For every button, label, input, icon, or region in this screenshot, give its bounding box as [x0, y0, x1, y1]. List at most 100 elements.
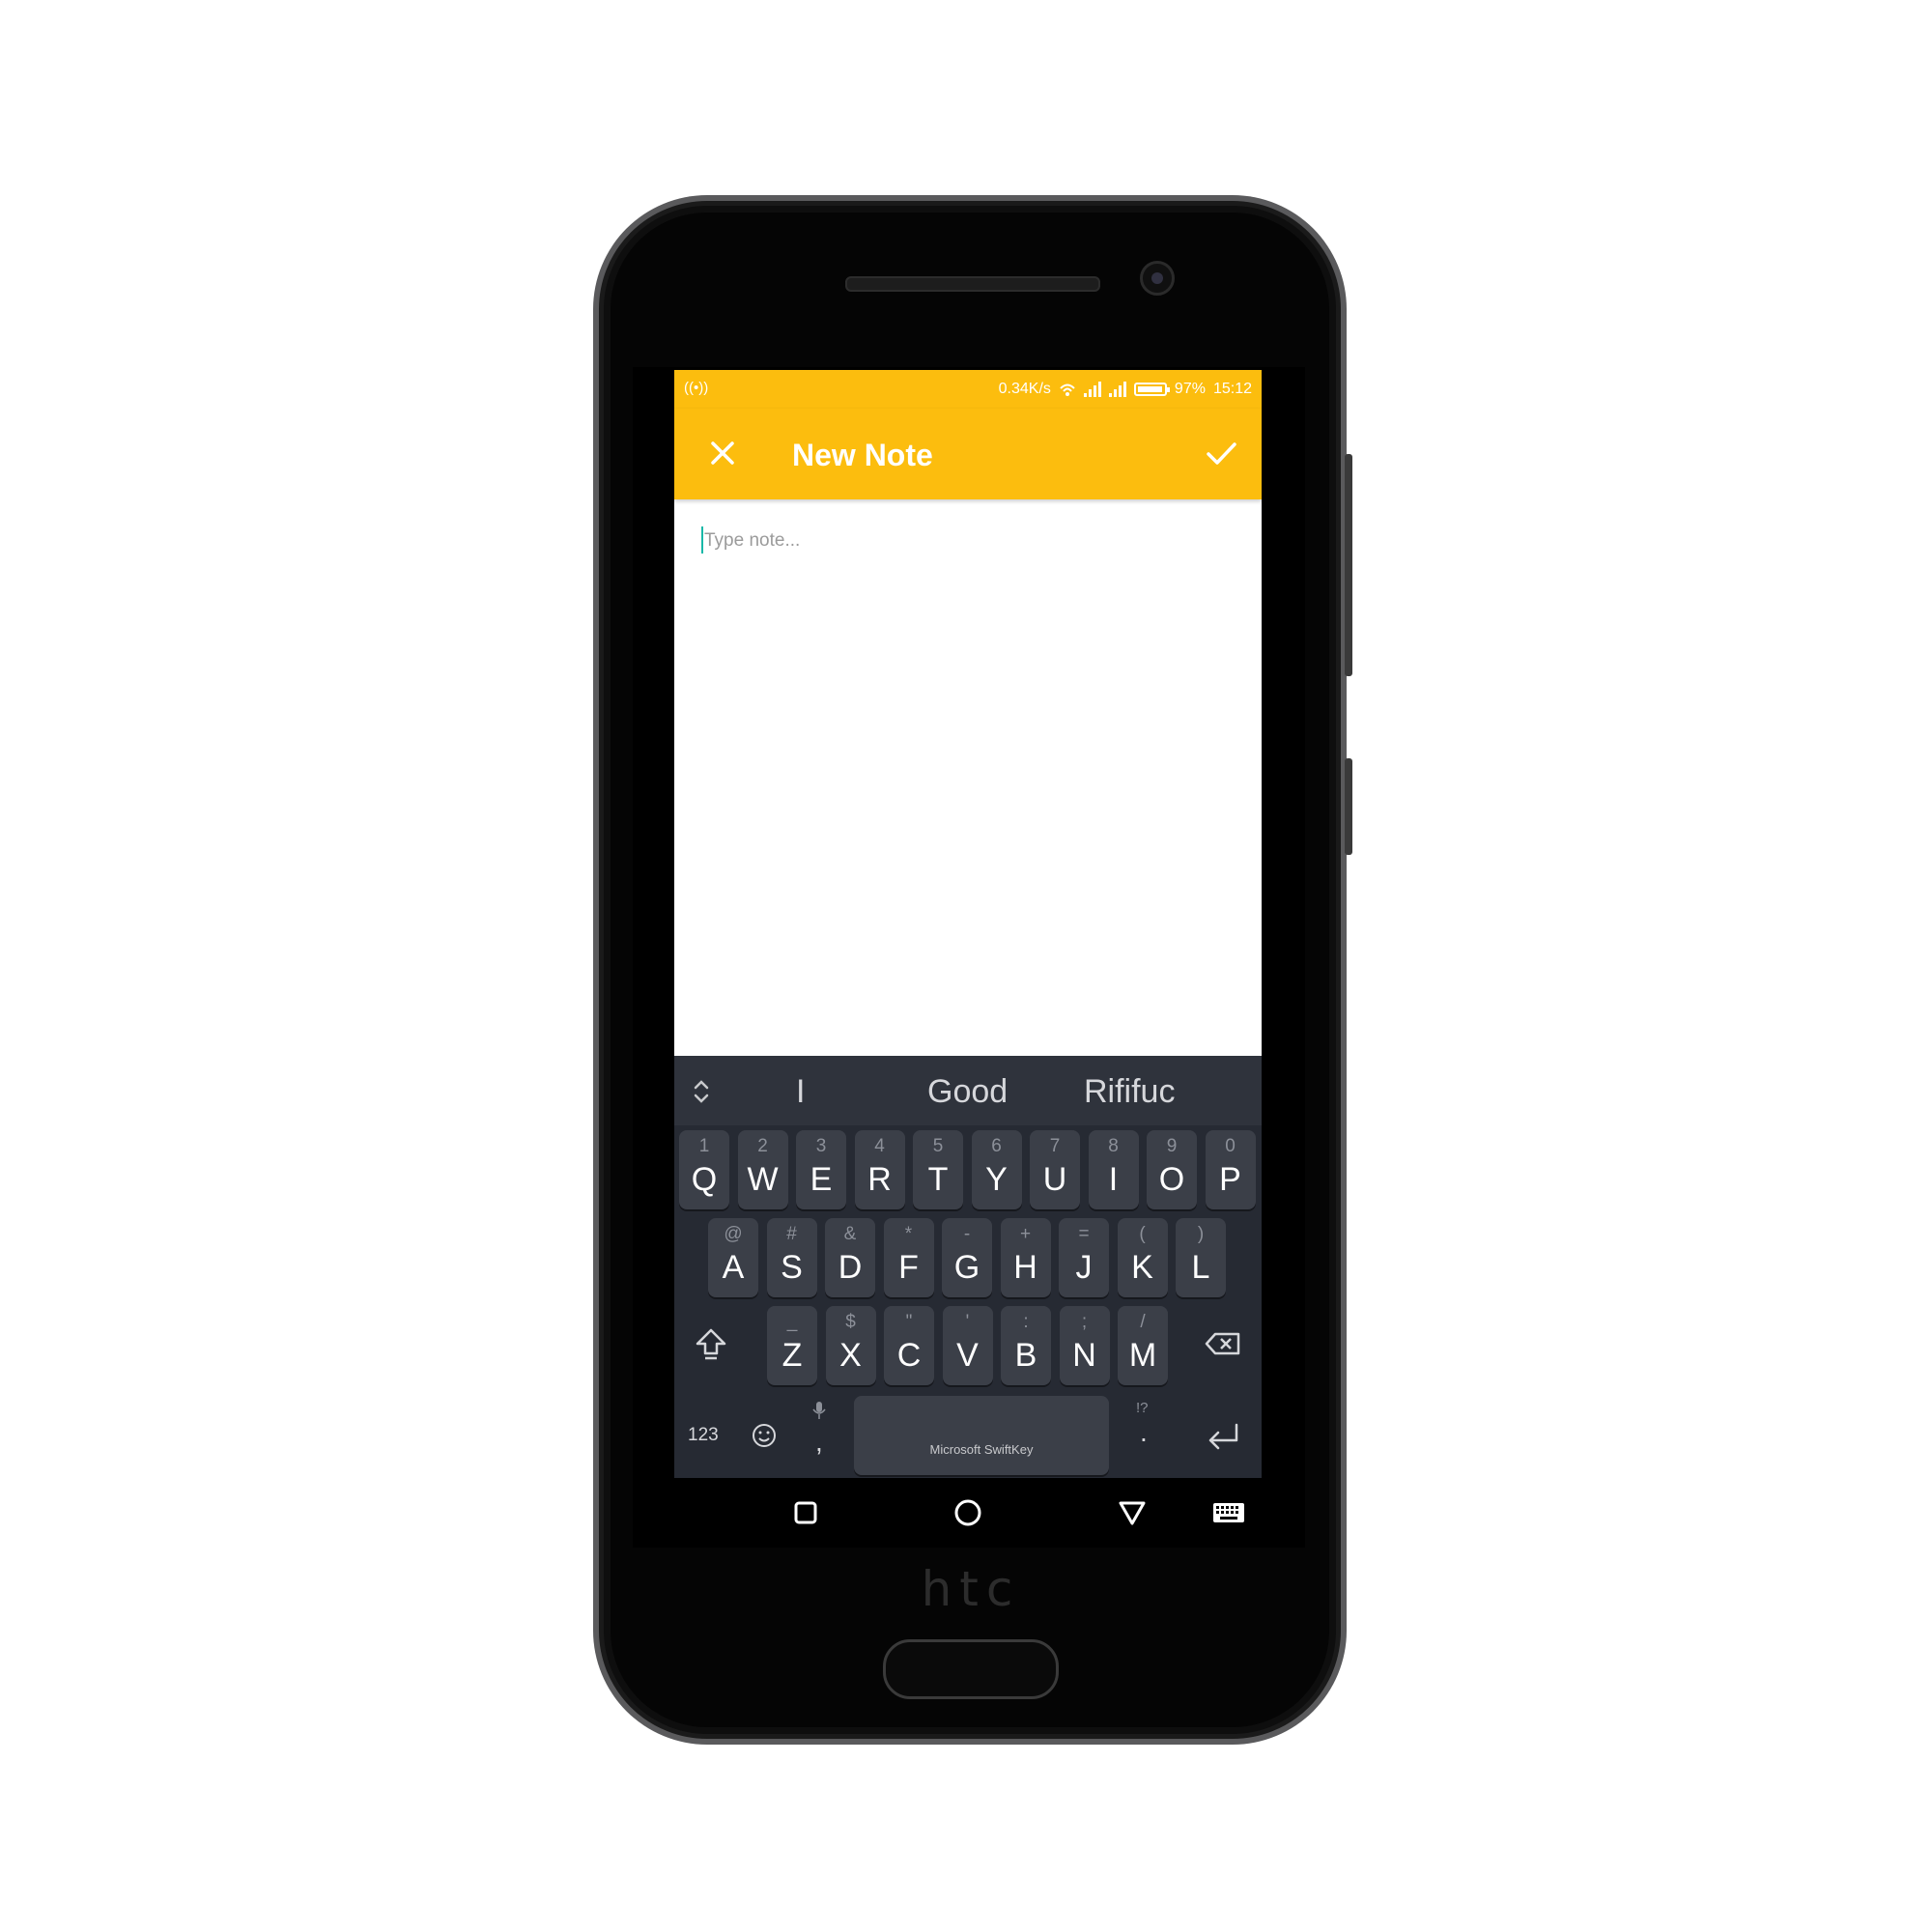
- suggestion-2[interactable]: Good: [927, 1073, 1008, 1111]
- suggestion-bar: I Good Rififuc: [674, 1056, 1262, 1125]
- key-w[interactable]: 2W: [737, 1130, 788, 1209]
- expand-toolbar-icon[interactable]: [688, 1075, 715, 1108]
- key-label: G: [953, 1249, 980, 1286]
- home-hardware-button[interactable]: [883, 1639, 1059, 1699]
- key-label: D: [838, 1249, 863, 1286]
- key-label: W: [747, 1161, 779, 1198]
- key-g[interactable]: -G: [942, 1218, 992, 1297]
- key-hint: =: [1078, 1224, 1090, 1244]
- key-m[interactable]: / M: [1118, 1306, 1168, 1385]
- key-hint: ): [1197, 1224, 1205, 1244]
- key-label: J: [1075, 1249, 1093, 1286]
- recents-icon[interactable]: [784, 1492, 827, 1534]
- key-h[interactable]: + H: [1000, 1218, 1051, 1297]
- suggestion-1[interactable]: I: [796, 1073, 805, 1111]
- emoji-icon[interactable]: [750, 1421, 779, 1450]
- text-caret: [701, 526, 703, 554]
- key-hint: 1: [698, 1136, 710, 1156]
- close-icon[interactable]: [701, 432, 744, 474]
- microphone-icon[interactable]: [811, 1400, 827, 1421]
- key-t[interactable]: 5T: [913, 1130, 963, 1209]
- key-q[interactable]: 1Q: [679, 1130, 729, 1209]
- key-label: M: [1128, 1337, 1157, 1374]
- comma-key[interactable]: ,: [815, 1427, 823, 1458]
- key-hint: @: [724, 1224, 743, 1244]
- key-label: N: [1072, 1337, 1096, 1374]
- key-e[interactable]: 3E: [796, 1130, 846, 1209]
- key-u[interactable]: 7U: [1030, 1130, 1080, 1209]
- key-r[interactable]: 4R: [854, 1130, 905, 1209]
- wifi-icon: [1060, 384, 1075, 396]
- key-c[interactable]: " C: [884, 1306, 934, 1385]
- key-label: O: [1158, 1161, 1185, 1198]
- clock: 15:12: [1212, 381, 1252, 397]
- key-hint: +: [1019, 1224, 1032, 1244]
- key-v[interactable]: ' V: [942, 1306, 993, 1385]
- key-hint: /: [1140, 1312, 1146, 1332]
- key-y[interactable]: 6Y: [971, 1130, 1022, 1209]
- home-icon[interactable]: [947, 1492, 989, 1534]
- key-hint: $: [845, 1312, 856, 1332]
- key-hint: ': [965, 1312, 970, 1332]
- key-label: L: [1191, 1249, 1210, 1286]
- key-hint: 2: [757, 1136, 768, 1156]
- key-f[interactable]: * F: [883, 1218, 934, 1297]
- key-hint: _: [786, 1312, 798, 1332]
- enter-icon[interactable]: [1204, 1419, 1244, 1452]
- key-label: I: [1108, 1161, 1119, 1198]
- key-label: Y: [985, 1161, 1008, 1198]
- key-hint: *: [904, 1224, 913, 1244]
- key-hint: -: [963, 1224, 971, 1244]
- signal-icon: [1083, 382, 1101, 397]
- earpiece-speaker: [845, 276, 1100, 292]
- key-label: U: [1042, 1161, 1067, 1198]
- key-o[interactable]: 9O: [1147, 1130, 1197, 1209]
- numbers-key[interactable]: 123: [688, 1425, 719, 1446]
- battery-icon: [1133, 383, 1170, 396]
- key-hint: 7: [1049, 1136, 1061, 1156]
- battery-percent: 97%: [1174, 381, 1206, 397]
- status-right: 0.34K/s 97% 15:12: [999, 381, 1252, 398]
- net-speed: 0.34K/s: [998, 381, 1051, 397]
- key-label: Q: [691, 1161, 718, 1198]
- space-bar[interactable]: Microsoft SwiftKey: [854, 1396, 1109, 1475]
- key-hint: 9: [1166, 1136, 1178, 1156]
- key-l[interactable]: ) L: [1176, 1218, 1226, 1297]
- key-label: H: [1013, 1249, 1037, 1286]
- key-hint: :: [1023, 1312, 1029, 1332]
- key-x[interactable]: $ X: [825, 1306, 876, 1385]
- key-hint: #: [786, 1224, 797, 1244]
- key-label: E: [810, 1161, 833, 1198]
- key-label: S: [781, 1249, 803, 1286]
- key-label: A: [722, 1249, 745, 1286]
- keyboard-icon[interactable]: [1208, 1492, 1250, 1534]
- key-label: B: [1014, 1337, 1037, 1374]
- key-j[interactable]: = J: [1059, 1218, 1109, 1297]
- app-toolbar: New Note: [674, 409, 1262, 499]
- key-hint: 4: [874, 1136, 885, 1156]
- period-key[interactable]: .: [1140, 1417, 1148, 1448]
- key-s[interactable]: # S: [766, 1218, 817, 1297]
- shift-icon[interactable]: [692, 1324, 730, 1363]
- checkmark-icon[interactable]: [1200, 432, 1242, 474]
- note-input[interactable]: Type note...: [701, 525, 1242, 563]
- key-k[interactable]: (K: [1117, 1218, 1168, 1297]
- key-hint: 3: [815, 1136, 827, 1156]
- navigation-bar: [674, 1478, 1262, 1548]
- backspace-icon[interactable]: [1204, 1324, 1244, 1363]
- key-n[interactable]: ; N: [1059, 1306, 1110, 1385]
- key-hint: 5: [932, 1136, 944, 1156]
- key-label: F: [898, 1249, 919, 1286]
- key-i[interactable]: 8I: [1088, 1130, 1139, 1209]
- status-bar: ((•)) 0.34K/s 97% 15:12: [674, 370, 1262, 409]
- key-hint: ;: [1081, 1312, 1088, 1332]
- suggestion-3[interactable]: Rififuc: [1084, 1073, 1175, 1111]
- hotspot-icon: ((•)): [684, 380, 709, 396]
- key-d[interactable]: & D: [825, 1218, 875, 1297]
- key-z[interactable]: _ Z: [767, 1306, 817, 1385]
- key-p[interactable]: 0P: [1205, 1130, 1256, 1209]
- key-b[interactable]: :B: [1001, 1306, 1051, 1385]
- key-a[interactable]: @ A: [708, 1218, 758, 1297]
- back-icon[interactable]: [1111, 1492, 1153, 1534]
- key-label: P: [1219, 1161, 1241, 1198]
